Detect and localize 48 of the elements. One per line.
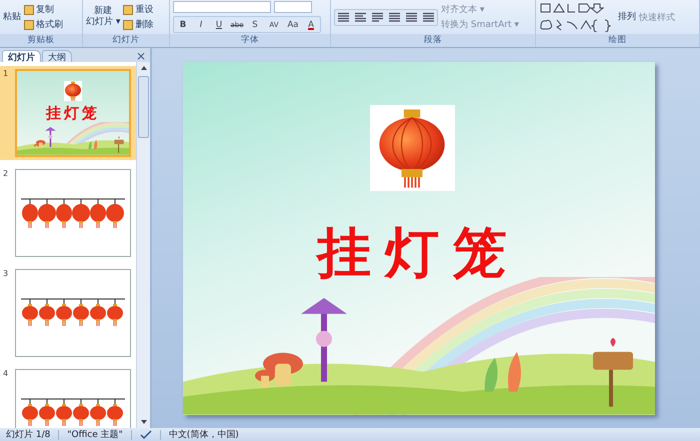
pane-tab[interactable]: 大纲 [42, 50, 72, 62]
ribbon-small-button[interactable]: 复制 [24, 3, 63, 16]
lantern-drawing [64, 81, 82, 101]
theme-name: "Office 主题" [67, 428, 123, 441]
font-format-button[interactable]: A [303, 18, 319, 31]
slide-title: 挂灯笼 [317, 220, 521, 286]
spellcheck-icon[interactable] [140, 430, 152, 440]
slide-counter: 幻灯片 1/8 [6, 428, 50, 441]
font-size-field[interactable] [274, 1, 312, 13]
slide-number: 4 [3, 369, 10, 378]
group-label: 幻灯片 [83, 34, 169, 47]
font-name-field[interactable] [173, 1, 271, 13]
slide-thumbnail[interactable] [15, 269, 131, 357]
font-format-button[interactable]: S [247, 18, 263, 31]
align-icon[interactable] [336, 10, 351, 24]
align-icon[interactable] [353, 10, 368, 24]
group-label: 绘图 [536, 34, 699, 47]
align-icon[interactable] [387, 10, 402, 24]
font-format-button[interactable]: Aa [285, 18, 301, 31]
slide-thumbnail[interactable]: 挂灯笼 [15, 69, 131, 157]
slide-number: 1 [3, 69, 10, 78]
font-format-button[interactable]: I [193, 18, 209, 31]
slide-number: 2 [3, 169, 10, 178]
group-label: 段落 [331, 34, 535, 47]
thumbnail-row[interactable]: 4 [0, 366, 136, 428]
pane-tab[interactable]: 幻灯片 [2, 50, 41, 62]
new-slide-button[interactable]: 新建 幻灯片 ▾ [86, 6, 120, 28]
close-button[interactable]: × [136, 50, 146, 62]
language-indicator: 中文(简体，中国) [168, 428, 239, 441]
align-icon[interactable] [370, 10, 385, 24]
align-icon[interactable] [404, 10, 419, 24]
scrollbar[interactable] [136, 62, 150, 428]
slide-thumbnail[interactable] [15, 169, 131, 257]
thumbnail-title: 挂灯笼 [46, 104, 100, 123]
font-format-button[interactable]: B [175, 18, 191, 31]
font-format-button[interactable]: U [211, 18, 227, 31]
arrange-button[interactable]: 排列 [618, 12, 636, 22]
group-label: 字体 [170, 34, 330, 47]
paste-button[interactable]: 粘贴 [3, 12, 21, 22]
thumbnail-row[interactable]: 1 挂灯笼 [0, 66, 136, 160]
ribbon-small-button[interactable]: 格式刷 [24, 18, 63, 31]
thumbnail-row[interactable]: 2 [0, 166, 136, 260]
ribbon-small-button[interactable]: 删除 [123, 18, 154, 31]
group-label: 剪贴板 [0, 34, 82, 47]
slide-number: 3 [3, 269, 10, 278]
align-icon[interactable] [421, 10, 436, 24]
thumbnail-row[interactable]: 3 [0, 266, 136, 360]
ribbon-small-button[interactable]: 重设 [123, 3, 154, 16]
